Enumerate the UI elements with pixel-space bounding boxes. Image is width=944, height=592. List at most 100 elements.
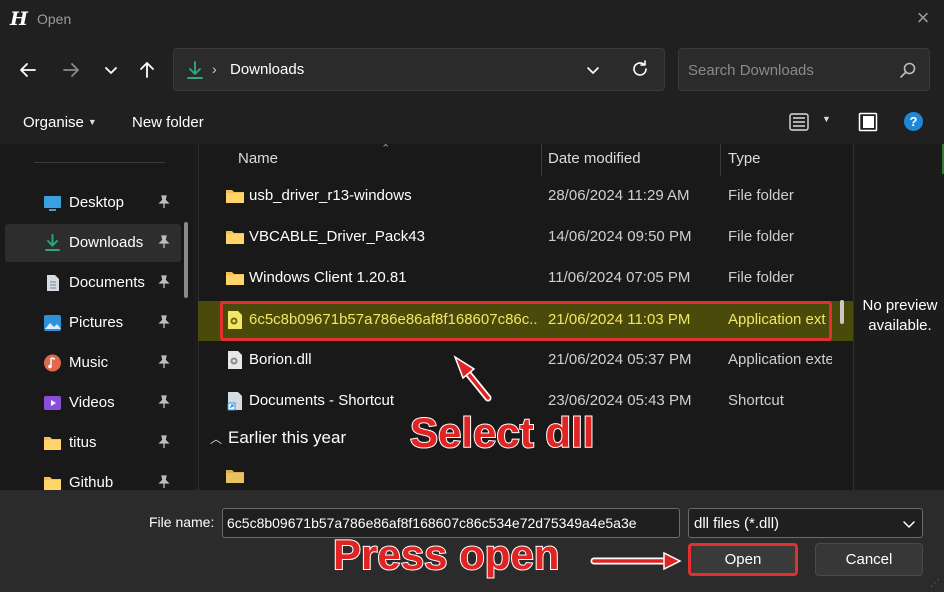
view-options-icon[interactable] bbox=[788, 112, 810, 132]
table-row[interactable]: usb_driver_r13-windows 28/06/2024 11:29 … bbox=[198, 177, 853, 215]
column-header-type[interactable]: Type bbox=[728, 150, 761, 167]
documents-icon bbox=[47, 275, 59, 291]
sidebar-item-github[interactable]: Github bbox=[5, 464, 181, 490]
sidebar-item-downloads[interactable]: Downloads bbox=[5, 224, 181, 262]
close-icon[interactable]: × bbox=[912, 6, 934, 30]
breadcrumb-downloads[interactable]: Downloads bbox=[230, 61, 304, 78]
shortcut-icon bbox=[227, 392, 242, 411]
sidebar-item-label: Videos bbox=[69, 394, 115, 411]
search-box[interactable] bbox=[678, 48, 930, 91]
file-name: Documents - Shortcut bbox=[249, 392, 395, 409]
chevron-down-icon bbox=[903, 521, 915, 528]
folder-icon bbox=[44, 477, 61, 490]
new-folder-label: New folder bbox=[132, 114, 204, 131]
dll-file-icon bbox=[228, 351, 242, 369]
file-type: Shortcut bbox=[728, 392, 784, 409]
sidebar-item-desktop[interactable]: Desktop bbox=[5, 184, 181, 222]
sidebar-item-label: Documents bbox=[69, 274, 145, 291]
open-button[interactable]: Open bbox=[688, 543, 798, 576]
folder-icon bbox=[226, 470, 244, 483]
back-button[interactable] bbox=[14, 56, 42, 84]
arrow-left-icon bbox=[20, 63, 36, 77]
pin-icon[interactable] bbox=[157, 235, 171, 249]
file-type: File folder bbox=[728, 187, 794, 204]
music-icon bbox=[44, 354, 61, 372]
sidebar-item-label: titus bbox=[69, 434, 97, 451]
preview-pane: No preview available. bbox=[853, 144, 944, 490]
file-list-scrollbar[interactable] bbox=[840, 300, 844, 324]
file-name: usb_driver_r13-windows bbox=[249, 187, 412, 204]
search-input[interactable] bbox=[688, 60, 888, 80]
divider bbox=[34, 162, 165, 163]
cancel-button[interactable]: Cancel bbox=[815, 543, 923, 576]
column-divider[interactable] bbox=[541, 144, 542, 176]
sort-ascending-icon: ⌃ bbox=[381, 144, 391, 155]
annotation-press-open: Press open bbox=[332, 530, 560, 579]
column-divider[interactable] bbox=[720, 144, 721, 176]
navigation-pane: Desktop Downloads Documents Pictures Mus… bbox=[0, 144, 193, 490]
folder-icon bbox=[226, 231, 244, 244]
address-bar[interactable]: › Downloads bbox=[173, 48, 665, 91]
app-logo-icon: H bbox=[10, 8, 28, 30]
title-bar: H Open × bbox=[0, 0, 944, 38]
organise-menu[interactable]: Organise ▼ bbox=[23, 114, 97, 131]
arrow-up-icon bbox=[140, 62, 154, 78]
organise-label: Organise bbox=[23, 114, 84, 131]
videos-icon bbox=[44, 396, 61, 410]
table-row[interactable]: VBCABLE_Driver_Pack43 14/06/2024 09:50 P… bbox=[198, 218, 853, 256]
sidebar-item-titus[interactable]: titus bbox=[5, 424, 181, 462]
group-header[interactable]: ︿ Earlier this year bbox=[210, 428, 346, 448]
file-date: 14/06/2024 09:50 PM bbox=[548, 228, 692, 245]
pin-icon[interactable] bbox=[157, 355, 171, 369]
recent-locations-button[interactable] bbox=[97, 56, 125, 84]
file-name: VBCABLE_Driver_Pack43 bbox=[249, 228, 425, 245]
group-header-label: Earlier this year bbox=[228, 428, 347, 447]
file-type: File folder bbox=[728, 228, 794, 245]
sidebar-item-label: Pictures bbox=[69, 314, 124, 331]
file-name-label: File name: bbox=[149, 514, 215, 530]
preview-pane-icon[interactable] bbox=[858, 112, 878, 132]
sidebar-item-videos[interactable]: Videos bbox=[5, 384, 181, 422]
chevron-down-icon bbox=[105, 67, 117, 74]
chevron-up-icon[interactable]: ︿ bbox=[210, 432, 222, 446]
caret-down-icon: ▼ bbox=[87, 117, 97, 127]
annotation-select-dll: Select dll bbox=[409, 408, 595, 457]
forward-button[interactable] bbox=[57, 56, 85, 84]
folder-icon bbox=[226, 272, 244, 285]
download-icon bbox=[187, 61, 203, 79]
search-icon[interactable] bbox=[899, 61, 917, 79]
pin-icon[interactable] bbox=[157, 315, 171, 329]
sidebar-item-music[interactable]: Music bbox=[5, 344, 181, 382]
file-date: 28/06/2024 11:29 AM bbox=[548, 187, 690, 204]
resize-grip-icon[interactable]: ⋰ bbox=[930, 578, 940, 589]
caret-down-icon[interactable]: ▼ bbox=[822, 114, 831, 124]
sidebar-item-documents[interactable]: Documents bbox=[5, 264, 181, 302]
sidebar-item-label: Music bbox=[69, 354, 109, 371]
file-type-filter[interactable]: dll files (*.dll) bbox=[688, 508, 923, 538]
pin-icon[interactable] bbox=[157, 435, 171, 449]
file-name: Borion.dll bbox=[249, 351, 312, 368]
pin-icon[interactable] bbox=[157, 195, 171, 209]
help-icon[interactable]: ? bbox=[904, 112, 923, 131]
up-button[interactable] bbox=[133, 56, 161, 84]
refresh-icon[interactable] bbox=[630, 59, 650, 79]
folder-icon bbox=[44, 437, 61, 450]
table-row[interactable]: Windows Client 1.20.81 11/06/2024 07:05 … bbox=[198, 259, 853, 297]
new-folder-button[interactable]: New folder bbox=[132, 114, 204, 131]
file-type: Application exte bbox=[728, 351, 832, 368]
table-row[interactable]: Borion.dll 21/06/2024 05:37 PM Applicati… bbox=[198, 341, 853, 379]
pin-icon[interactable] bbox=[157, 395, 171, 409]
table-row-partial[interactable] bbox=[198, 462, 853, 490]
sidebar-item-label: Github bbox=[69, 474, 114, 490]
column-header-name[interactable]: Name bbox=[238, 150, 278, 167]
pin-icon[interactable] bbox=[157, 275, 171, 289]
sidebar-item-pictures[interactable]: Pictures bbox=[5, 304, 181, 342]
chevron-down-icon[interactable] bbox=[585, 62, 601, 78]
pictures-icon bbox=[44, 315, 61, 331]
file-type: File folder bbox=[728, 269, 794, 286]
pin-icon[interactable] bbox=[157, 475, 171, 489]
sidebar-scrollbar[interactable] bbox=[184, 222, 188, 298]
column-header-date[interactable]: Date modified bbox=[548, 150, 641, 167]
window-title: Open bbox=[37, 11, 72, 27]
desktop-icon bbox=[44, 196, 61, 211]
